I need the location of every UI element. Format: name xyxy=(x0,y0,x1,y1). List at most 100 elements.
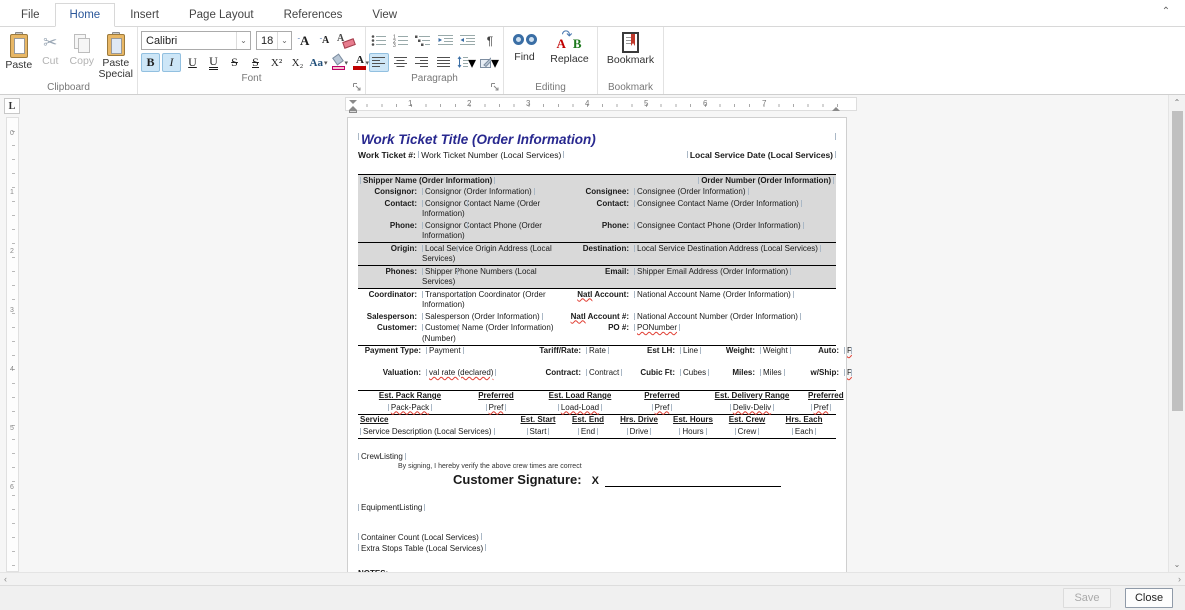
scroll-up-arrow-icon[interactable]: ⌃ xyxy=(1169,95,1185,110)
scroll-left-arrow-icon[interactable]: ‹ xyxy=(4,574,7,584)
show-formatting-marks-button[interactable]: ¶ xyxy=(480,31,500,50)
strikethrough-button[interactable]: S xyxy=(225,53,244,72)
collapse-ribbon-chevron-icon[interactable]: ⌃ xyxy=(1157,6,1175,22)
clear-formatting-button[interactable]: A xyxy=(336,31,356,50)
vertical-scrollbar-thumb[interactable] xyxy=(1172,111,1183,411)
tab-file[interactable]: File xyxy=(6,3,55,27)
field-value[interactable]: Consignor Contact Name (Order Informatio… xyxy=(422,199,540,219)
tab-insert[interactable]: Insert xyxy=(115,3,174,27)
field-value[interactable]: Pack-Pack xyxy=(388,403,432,412)
tab-page-layout[interactable]: Page Layout xyxy=(174,3,269,27)
field-value[interactable]: Consignor (Order Information) xyxy=(422,187,535,196)
tab-view[interactable]: View xyxy=(357,3,412,27)
field-value[interactable]: Cubes xyxy=(680,368,709,377)
replace-button[interactable]: ↷ A B Replace xyxy=(546,29,594,81)
align-left-button[interactable] xyxy=(369,53,389,72)
bookmark-button[interactable]: Bookmark xyxy=(602,29,660,81)
tab-references[interactable]: References xyxy=(269,3,358,27)
numbering-button[interactable]: 123 xyxy=(391,31,411,50)
change-case-button[interactable]: Aa▾ xyxy=(309,53,328,72)
work-ticket-number-field[interactable]: Work Ticket Number (Local Services) xyxy=(418,150,564,160)
scroll-right-arrow-icon[interactable]: › xyxy=(1178,574,1181,584)
field-value[interactable]: Line xyxy=(680,346,701,355)
font-dialog-launcher[interactable] xyxy=(352,82,362,92)
tab-home[interactable]: Home xyxy=(55,3,116,27)
field-value[interactable]: Deliv-Deliv xyxy=(730,403,774,412)
field-value[interactable]: F xyxy=(844,346,852,366)
field-value[interactable]: National Account Name (Order Information… xyxy=(634,290,794,299)
cut-button[interactable]: ✂ Cut xyxy=(35,29,67,81)
field-value[interactable]: Salesperson (Order Information) xyxy=(422,312,543,321)
field-value[interactable]: Crew xyxy=(735,427,760,436)
field-value[interactable]: Local Service Origin Address (Local Serv… xyxy=(422,244,552,264)
align-center-button[interactable] xyxy=(391,53,411,72)
field-value[interactable]: National Account Number (Order Informati… xyxy=(634,312,801,321)
field-value[interactable]: Pref xyxy=(811,403,832,412)
tab-stop-selector[interactable]: L xyxy=(4,98,20,114)
field-value[interactable]: Each xyxy=(792,427,816,436)
right-indent-marker[interactable] xyxy=(832,100,839,110)
field-value[interactable]: Transportation Coordinator (Order Inform… xyxy=(422,290,546,310)
find-button[interactable]: Find xyxy=(508,29,542,81)
field-value[interactable]: F xyxy=(844,368,852,388)
italic-button[interactable]: I xyxy=(162,53,181,72)
field-value[interactable]: Shipper Phone Numbers (Local Services) xyxy=(422,267,537,287)
field-value[interactable]: Start xyxy=(527,427,550,436)
field-value[interactable]: Consignee Contact Name (Order Informatio… xyxy=(634,199,802,208)
paste-button[interactable]: Paste xyxy=(3,29,35,81)
bullets-button[interactable] xyxy=(369,31,389,50)
copy-button[interactable]: Copy xyxy=(66,29,98,81)
container-count-field[interactable]: Container Count (Local Services) xyxy=(358,532,482,543)
increase-indent-button[interactable] xyxy=(458,31,478,50)
decrease-indent-button[interactable] xyxy=(436,31,456,50)
field-value[interactable]: Miles xyxy=(760,368,785,377)
superscript-button[interactable]: X² xyxy=(267,53,286,72)
close-button[interactable]: Close xyxy=(1125,588,1173,608)
field-value[interactable]: PONumber xyxy=(634,323,680,332)
paste-special-button[interactable]: PasteSpecial xyxy=(98,29,134,81)
field-value[interactable]: Load-Load xyxy=(558,403,602,412)
save-button[interactable]: Save xyxy=(1063,588,1111,608)
font-size-combobox[interactable]: 18 ⌄ xyxy=(256,31,292,50)
font-family-dropdown-icon[interactable]: ⌄ xyxy=(236,32,250,49)
order-number-field[interactable]: Order Number (Order Information) xyxy=(698,176,834,187)
equipment-listing-field[interactable]: EquipmentListing xyxy=(358,503,425,512)
field-value[interactable]: Consignee Contact Phone (Order Informati… xyxy=(634,221,804,230)
align-right-button[interactable] xyxy=(413,53,433,72)
vertical-scrollbar[interactable]: ⌃ ⌄ xyxy=(1168,95,1185,572)
underline-button[interactable]: U xyxy=(183,53,202,72)
field-value[interactable]: Consignor Contact Phone (Order Informati… xyxy=(422,221,542,241)
field-value[interactable]: Consignee (Order Information) xyxy=(634,187,749,196)
service-date-field[interactable]: Local Service Date (Local Services) xyxy=(687,150,836,160)
document-canvas[interactable]: 1 2 3 4 5 6 7 Work Ticket Title (Order I… xyxy=(25,95,1168,572)
subscript-button[interactable]: X₂ xyxy=(288,53,307,72)
grow-font-button[interactable]: ˆA xyxy=(294,31,313,50)
line-spacing-button[interactable]: ▾ xyxy=(456,53,477,72)
field-value[interactable]: Service Description (Local Services) xyxy=(360,427,495,436)
multilevel-list-button[interactable] xyxy=(413,31,433,50)
shading-button[interactable]: ▾ xyxy=(479,53,500,72)
double-underline-button[interactable]: U xyxy=(204,53,223,72)
horizontal-ruler[interactable]: 1 2 3 4 5 6 7 xyxy=(345,97,857,111)
crew-listing-field[interactable]: CrewListing xyxy=(358,452,406,461)
field-value[interactable]: Shipper Email Address (Order Information… xyxy=(634,267,791,276)
bold-button[interactable]: B xyxy=(141,53,160,72)
field-value[interactable]: Hours xyxy=(679,427,706,436)
field-value[interactable]: Payment xyxy=(426,346,464,355)
highlight-color-button[interactable]: ▾ xyxy=(330,53,349,72)
field-value[interactable]: Pref xyxy=(652,403,673,412)
field-value[interactable]: Drive xyxy=(627,427,652,436)
left-indent-marker[interactable] xyxy=(349,100,356,110)
horizontal-scrollbar[interactable]: ‹ › xyxy=(0,572,1185,585)
double-strikethrough-button[interactable]: S xyxy=(246,53,265,72)
shipper-name-field[interactable]: Shipper Name (Order Information) xyxy=(360,176,495,187)
field-value[interactable]: End xyxy=(578,427,598,436)
document-page[interactable]: Work Ticket Title (Order Information) Wo… xyxy=(347,117,847,572)
field-value[interactable]: Weight xyxy=(760,346,791,355)
doc-title[interactable]: Work Ticket Title (Order Information) xyxy=(358,132,836,147)
scroll-down-arrow-icon[interactable]: ⌄ xyxy=(1169,557,1185,572)
field-value[interactable]: Contract xyxy=(586,368,622,377)
field-value[interactable]: Rate xyxy=(586,346,609,355)
field-value[interactable]: Local Service Destination Address (Local… xyxy=(634,244,821,253)
shrink-font-button[interactable]: ˇA xyxy=(315,31,334,50)
